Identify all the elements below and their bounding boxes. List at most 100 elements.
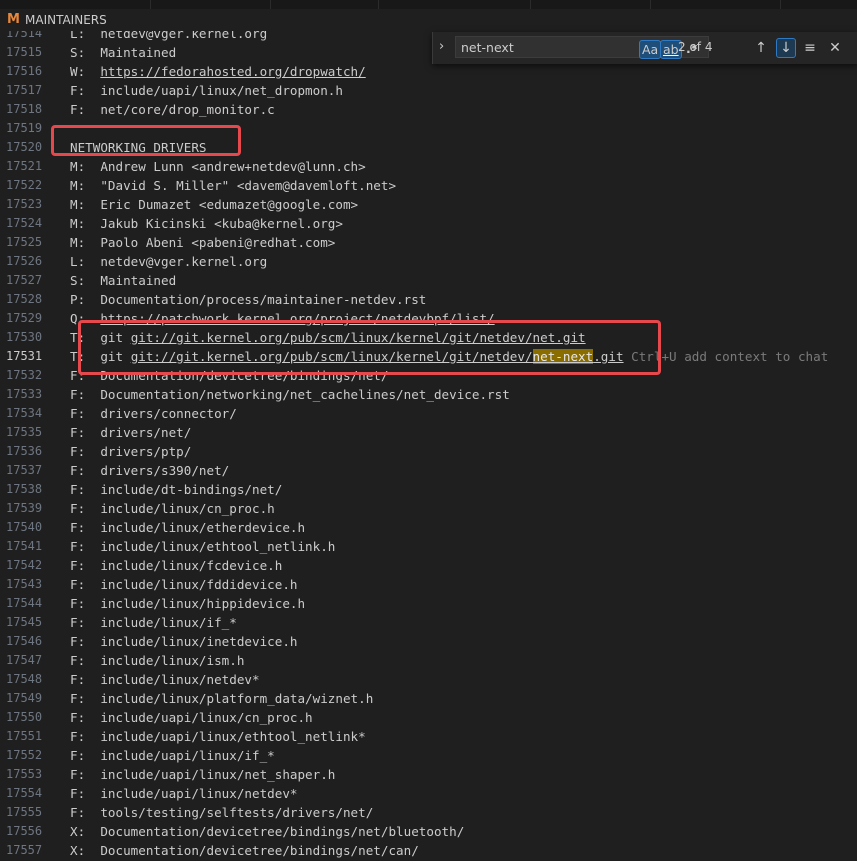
line-number: 17535	[6, 425, 43, 439]
field-key: F:	[70, 653, 86, 668]
line-number: 17546	[6, 634, 43, 648]
line-content: M: Andrew Lunn <andrew+netdev@lunn.ch>	[70, 157, 366, 176]
field-key: F:	[70, 539, 86, 554]
field-value: Documentation/devicetree/bindings/net/ca…	[100, 843, 419, 858]
line-content: F: Documentation/networking/net_cachelin…	[70, 385, 510, 404]
tab-divider	[780, 0, 781, 9]
match-case-button[interactable]: Aa	[639, 40, 662, 59]
field-key: S:	[70, 273, 86, 288]
line-content: F: include/uapi/linux/net_dropmon.h	[70, 81, 343, 100]
line-number: 17549	[6, 691, 43, 705]
close-find-icon[interactable]: ✕	[825, 38, 845, 58]
line-content: M: Paolo Abeni <pabeni@redhat.com>	[70, 233, 335, 252]
field-value: include/linux/ethtool_netlink.h	[100, 539, 336, 554]
line-number: 17534	[6, 406, 43, 420]
field-key: F:	[70, 786, 86, 801]
field-value: Maintained	[100, 45, 177, 60]
field-key: F:	[70, 672, 86, 687]
line-content: F: drivers/net/	[70, 423, 191, 442]
line-number: 17552	[6, 748, 43, 762]
line-content: P: Documentation/process/maintainer-netd…	[70, 290, 426, 309]
field-key: F:	[70, 691, 86, 706]
field-key: F:	[70, 596, 86, 611]
line-number: 17522	[6, 178, 43, 192]
field-value: Paolo Abeni <pabeni@redhat.com>	[100, 235, 336, 250]
field-key: F:	[70, 577, 86, 592]
line-number: 17520	[6, 140, 43, 154]
field-value: tools/testing/selftests/drivers/net/	[100, 805, 374, 820]
annotation-box-heading	[51, 125, 241, 156]
field-value: include/linux/if_*	[100, 615, 237, 630]
field-key: F:	[70, 634, 86, 649]
field-value: include/uapi/linux/net_shaper.h	[100, 767, 336, 782]
line-number: 17542	[6, 558, 43, 572]
breadcrumb-file[interactable]: MAINTAINERS	[25, 13, 107, 27]
field-value: include/linux/inetdevice.h	[100, 634, 298, 649]
line-content: F: include/linux/fddidevice.h	[70, 575, 297, 594]
line-content: F: include/uapi/linux/net_shaper.h	[70, 765, 335, 784]
line-content: W: https://fedorahosted.org/dropwatch/	[70, 62, 366, 81]
find-in-selection-icon[interactable]: ≡	[800, 38, 820, 58]
line-number: 17533	[6, 387, 43, 401]
field-key: L:	[70, 254, 86, 269]
line-number: 17545	[6, 615, 43, 629]
field-key: F:	[70, 406, 86, 421]
previous-match-arrow-up-icon[interactable]: ↑	[751, 38, 771, 58]
field-key: F:	[70, 615, 86, 630]
field-value: include/linux/ism.h	[100, 653, 245, 668]
line-number: 17532	[6, 368, 43, 382]
next-match-arrow-down-icon[interactable]: ↓	[776, 38, 796, 58]
field-value: drivers/connector/	[100, 406, 237, 421]
line-content: F: drivers/ptp/	[70, 442, 191, 461]
field-key: F:	[70, 444, 86, 459]
line-content: F: drivers/connector/	[70, 404, 237, 423]
line-content: F: include/uapi/linux/ethtool_netlink*	[70, 727, 366, 746]
field-value: include/dt-bindings/net/	[100, 482, 283, 497]
find-input[interactable]: net-next Aa ab .*	[455, 36, 709, 59]
find-widget: › net-next Aa ab .* 2 of 4 ↑ ↓ ≡ ✕	[432, 32, 857, 64]
line-number: 17523	[6, 197, 43, 211]
line-number: 17547	[6, 653, 43, 667]
line-number: 17537	[6, 463, 43, 477]
field-key: W:	[70, 64, 86, 79]
field-value: netdev@vger.kernel.org	[100, 31, 268, 41]
breadcrumb[interactable]: M MAINTAINERS	[0, 9, 857, 31]
toggle-replace-chevron-icon[interactable]: ›	[439, 39, 444, 54]
line-number: 17536	[6, 444, 43, 458]
field-value: Documentation/networking/net_cachelines/…	[100, 387, 510, 402]
line-number: 17553	[6, 767, 43, 781]
field-key: F:	[70, 463, 86, 478]
line-content: L: netdev@vger.kernel.org	[70, 31, 267, 43]
line-number: 17525	[6, 235, 43, 249]
field-value: Eric Dumazet <edumazet@google.com>	[100, 197, 359, 212]
line-content: L: netdev@vger.kernel.org	[70, 252, 267, 271]
line-content: S: Maintained	[70, 43, 176, 62]
line-content: F: include/linux/cn_proc.h	[70, 499, 275, 518]
field-value: Documentation/process/maintainer-netdev.…	[100, 292, 427, 307]
field-key: S:	[70, 45, 86, 60]
line-content: M: Eric Dumazet <edumazet@google.com>	[70, 195, 358, 214]
field-value: include/linux/cn_proc.h	[100, 501, 275, 516]
line-number: 17521	[6, 159, 43, 173]
field-value: include/linux/fcdevice.h	[100, 558, 283, 573]
line-number: 17548	[6, 672, 43, 686]
field-key: F:	[70, 729, 86, 744]
field-key: X:	[70, 824, 86, 839]
field-value: include/linux/fddidevice.h	[100, 577, 298, 592]
line-content: F: include/linux/inetdevice.h	[70, 632, 297, 651]
field-value: Andrew Lunn <andrew+netdev@lunn.ch>	[100, 159, 366, 174]
tab-divider	[150, 0, 151, 9]
line-content: F: include/linux/fcdevice.h	[70, 556, 282, 575]
line-content: F: include/uapi/linux/netdev*	[70, 784, 297, 803]
line-number: 17517	[6, 83, 43, 97]
field-key: F:	[70, 387, 86, 402]
field-value: include/linux/netdev*	[100, 672, 260, 687]
line-content: M: Jakub Kicinski <kuba@kernel.org>	[70, 214, 343, 233]
line-number: 17515	[6, 45, 43, 59]
line-content: F: include/linux/if_*	[70, 613, 237, 632]
field-value: Jakub Kicinski <kuba@kernel.org>	[100, 216, 343, 231]
line-number: 17529	[6, 311, 43, 325]
line-content: M: "David S. Miller" <davem@davemloft.ne…	[70, 176, 396, 195]
line-content: X: Documentation/devicetree/bindings/net…	[70, 822, 464, 841]
line-content: F: include/linux/ethtool_netlink.h	[70, 537, 335, 556]
